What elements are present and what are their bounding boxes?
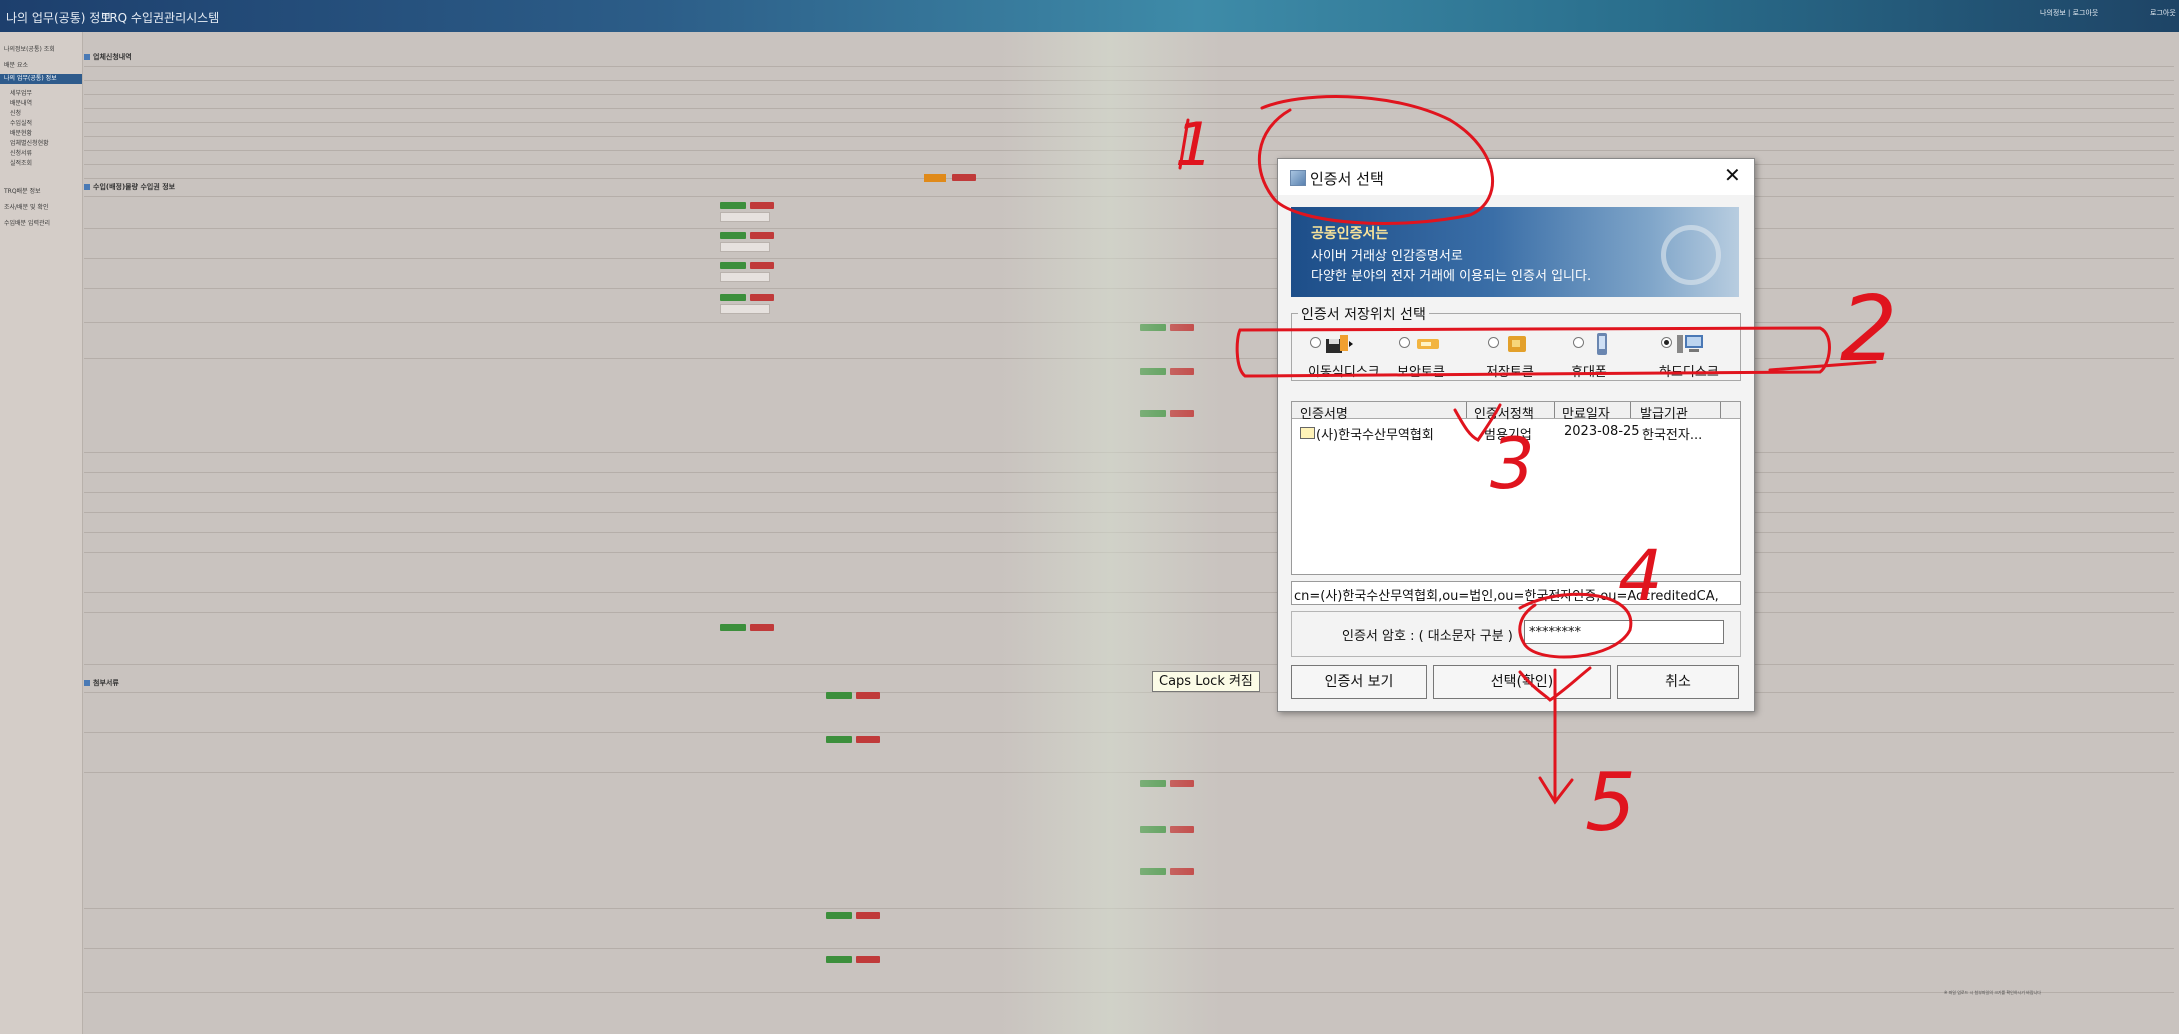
delete-button[interactable] xyxy=(750,624,774,631)
security-token-icon xyxy=(1417,339,1439,349)
password-row: 인증서 암호 : ( 대소문자 구분 ) ******** xyxy=(1291,611,1741,657)
storage-option-label: 이동식디스크 xyxy=(1308,365,1380,380)
sidebar-item-3[interactable]: 세부업무 xyxy=(10,88,32,97)
column-header-policy[interactable]: 인증서정책 xyxy=(1474,403,1534,422)
lock-icon xyxy=(1661,225,1721,285)
delete-button[interactable] xyxy=(952,174,976,181)
file-field[interactable] xyxy=(720,242,770,252)
dialog-title: 인증서 선택 xyxy=(1310,170,1384,188)
radio-button-selected[interactable] xyxy=(1661,337,1672,348)
info-banner: 공동인증서는 사이버 거래상 인감증명서로 다양한 분야의 전자 거래에 이용되… xyxy=(1291,207,1739,297)
upload-button[interactable] xyxy=(826,736,852,743)
section-attachments: 첨부서류 xyxy=(84,678,119,688)
column-separator xyxy=(1720,402,1721,418)
upload-button[interactable] xyxy=(720,262,746,269)
upload-button[interactable] xyxy=(720,202,746,209)
sidebar-item-4[interactable]: 배분내역 xyxy=(10,98,32,107)
smart-card-icon xyxy=(1508,336,1526,352)
close-icon[interactable]: ✕ xyxy=(1724,163,1741,187)
sidebar-item-5[interactable]: 신청 xyxy=(10,108,21,117)
upload-button[interactable] xyxy=(720,624,746,631)
password-label: 인증서 암호 : ( 대소문자 구분 ) xyxy=(1342,629,1513,644)
sidebar-item-13[interactable]: 수입배분 입력관리 xyxy=(4,218,50,227)
upload-button[interactable] xyxy=(826,956,852,963)
certificate-expiry[interactable]: 2023-08-25 xyxy=(1564,424,1640,439)
delete-button[interactable] xyxy=(750,262,774,269)
delete-button[interactable] xyxy=(750,294,774,301)
radio-button[interactable] xyxy=(1399,337,1410,348)
certificate-list[interactable]: 인증서명 인증서정책 만료일자 발급기관 (사)한국수산무역협회 범용기업 20… xyxy=(1291,401,1741,575)
sidebar-item-9[interactable]: 신청서류 xyxy=(10,148,32,157)
upload-button[interactable] xyxy=(720,294,746,301)
delete-button[interactable] xyxy=(856,692,880,699)
storage-legend: 인증서 저장위치 선택 xyxy=(1298,304,1429,324)
mobile-phone-icon xyxy=(1597,333,1607,355)
file-field[interactable] xyxy=(720,212,770,222)
usb-drive-icon xyxy=(1326,335,1353,353)
sidebar-item-6[interactable]: 수입실적 xyxy=(10,118,32,127)
tab-my-work[interactable]: 나의 업무(공통) 정보 xyxy=(6,9,111,26)
delete-button[interactable] xyxy=(856,736,880,743)
sidebar-item-8[interactable]: 업체별신청현황 xyxy=(10,138,49,147)
storage-option-label: 휴대폰 xyxy=(1571,365,1607,380)
screen-glare xyxy=(1000,32,1220,1034)
sidebar-item-12[interactable]: 조사/배분 및 확인 xyxy=(4,202,48,211)
sidebar-item-0[interactable]: 나의정보(공통) 조회 xyxy=(4,44,55,53)
column-header-issuer[interactable]: 발급기관 xyxy=(1640,403,1688,422)
sidebar-item-active[interactable]: 나의 업무(공통) 정보 xyxy=(0,74,82,84)
certificate-dn: cn=(사)한국수산무역협회,ou=법인,ou=한국전자인증,ou=Accred… xyxy=(1291,581,1741,605)
user-info-link[interactable]: 나의정보 | 로그아웃 xyxy=(2040,8,2098,18)
delete-button[interactable] xyxy=(750,202,774,209)
hard-disk-icon xyxy=(1677,335,1703,353)
sidebar-item-7[interactable]: 배분현황 xyxy=(10,128,32,137)
section-quota: 수입(배정)물량 수입권 정보 xyxy=(84,182,175,192)
upload-button[interactable] xyxy=(826,692,852,699)
footer-note: ※ 파일 업로드 시 첨부파일의 크기를 확인하시기 바랍니다 xyxy=(1944,990,2041,995)
storage-option-label: 보안토큰 xyxy=(1397,365,1445,380)
certificate-dialog: 인증서 선택 ✕ 공동인증서는 사이버 거래상 인감증명서로 다양한 분야의 전… xyxy=(1277,158,1755,712)
certificate-issuer[interactable]: 한국전자... xyxy=(1642,424,1702,443)
sidebar-item-10[interactable]: 실적조회 xyxy=(10,158,32,167)
section-applicant: 업체신청내역 xyxy=(84,52,132,62)
column-header-name[interactable]: 인증서명 xyxy=(1300,403,1348,422)
radio-button[interactable] xyxy=(1488,337,1499,348)
certificate-row-icon xyxy=(1300,427,1315,439)
upload-button[interactable] xyxy=(720,232,746,239)
file-field[interactable] xyxy=(720,272,770,282)
certificate-icon xyxy=(1290,170,1306,186)
dialog-titlebar[interactable]: 인증서 선택 ✕ xyxy=(1278,159,1754,195)
top-banner: 나의 업무(공통) 정보 TRQ 수입권관리시스템 나의정보 | 로그아웃 로그… xyxy=(0,0,2179,32)
radio-button[interactable] xyxy=(1573,337,1584,348)
view-certificate-button[interactable]: 인증서 보기 xyxy=(1291,665,1427,699)
storage-option-label: 하드디스크 xyxy=(1659,365,1719,380)
storage-option-label: 저장토큰 xyxy=(1486,365,1534,380)
sidebar: 나의정보(공통) 조회 배분 요소 나의 업무(공통) 정보 세부업무 배분내역… xyxy=(0,32,83,1034)
certificate-dn-text: cn=(사)한국수산무역협회,ou=법인,ou=한국전자인증,ou=Accred… xyxy=(1294,589,1719,604)
upload-button[interactable] xyxy=(826,912,852,919)
radio-button[interactable] xyxy=(1310,337,1321,348)
tab-trq-system[interactable]: TRQ 수입권관리시스템 xyxy=(102,9,219,26)
column-separator xyxy=(1554,402,1555,418)
password-input[interactable]: ******** xyxy=(1524,620,1724,644)
column-separator xyxy=(1630,402,1631,418)
banner-text-2: 다양한 분야의 전자 거래에 이용되는 인증서 입니다. xyxy=(1311,269,1592,284)
confirm-button[interactable]: 선택(확인) xyxy=(1433,665,1611,699)
delete-button[interactable] xyxy=(856,912,880,919)
cancel-button[interactable]: 취소 xyxy=(1617,665,1739,699)
file-field[interactable] xyxy=(720,304,770,314)
sidebar-item-1[interactable]: 배분 요소 xyxy=(4,60,28,69)
column-separator xyxy=(1466,402,1467,418)
delete-button[interactable] xyxy=(856,956,880,963)
certificate-list-header: 인증서명 인증서정책 만료일자 발급기관 xyxy=(1292,402,1740,422)
banner-heading: 공동인증서는 xyxy=(1311,226,1389,242)
sidebar-item-11[interactable]: TRQ배분 정보 xyxy=(4,186,41,195)
save-button[interactable] xyxy=(924,174,946,182)
certificate-policy[interactable]: 범용기업 xyxy=(1484,424,1532,443)
certificate-name[interactable]: (사)한국수산무역협회 xyxy=(1316,424,1434,443)
banner-text-1: 사이버 거래상 인감증명서로 xyxy=(1311,249,1463,264)
caps-lock-tooltip: Caps Lock 켜짐 xyxy=(1152,671,1260,692)
logout-link[interactable]: 로그아웃 xyxy=(2150,8,2176,18)
column-header-expiry[interactable]: 만료일자 xyxy=(1562,403,1610,422)
delete-button[interactable] xyxy=(750,232,774,239)
